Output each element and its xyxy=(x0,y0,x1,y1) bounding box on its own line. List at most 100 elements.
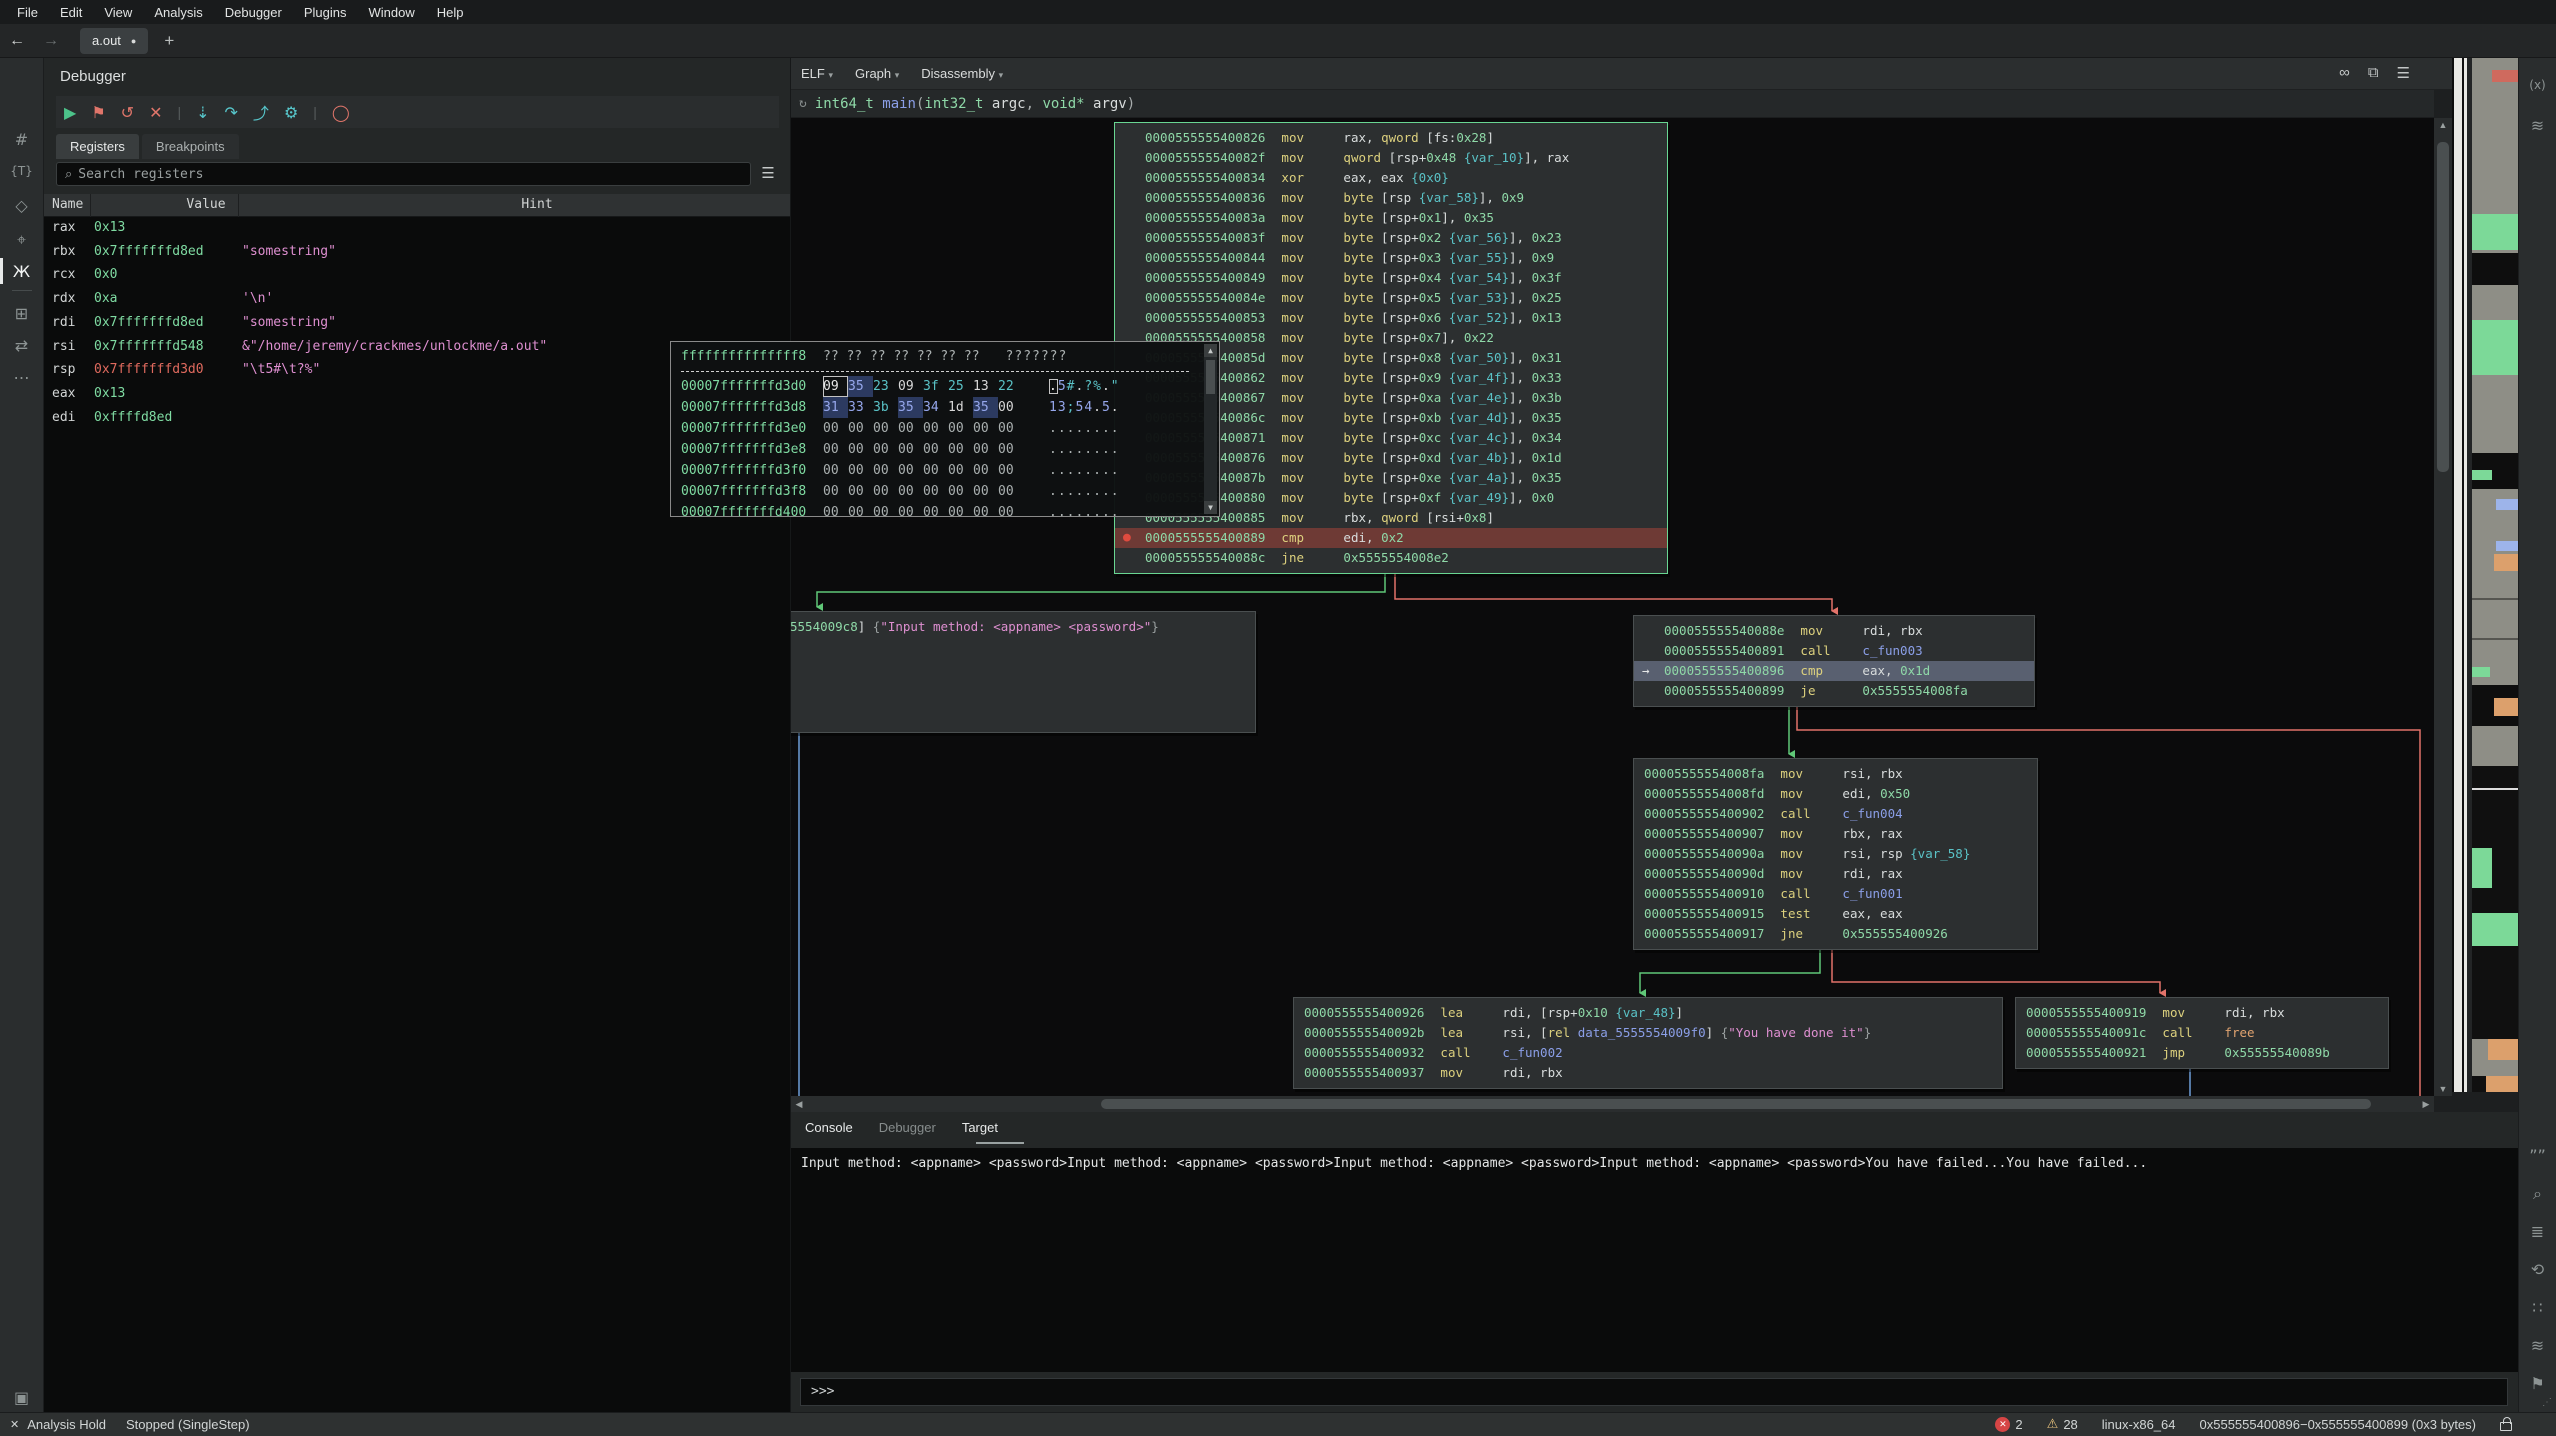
hex-row[interactable]: 00007fffffffd3f00000000000000000........ xyxy=(681,460,1219,481)
view-menu-icon[interactable]: ☰ xyxy=(2397,64,2410,82)
breakpoint-icon[interactable]: ● xyxy=(1123,528,1143,548)
instruction-line[interactable]: 00005555554008famovrsi, rbx xyxy=(1634,764,2037,784)
graph-horizontal-scrollbar[interactable]: ◀ ▶ xyxy=(791,1096,2434,1112)
register-row-rcx[interactable]: rcx0x0 xyxy=(44,264,790,287)
hex-row[interactable]: 00007fffffffd3d831333b35341d350013;54.5. xyxy=(681,397,1219,418)
instruction-line[interactable]: 0000555555400849movbyte [rsp+0x4 {var_54… xyxy=(1115,268,1667,288)
instruction-line[interactable]: 0000555555400921jmp0x55555540089b xyxy=(2016,1043,2388,1063)
feature-map[interactable] xyxy=(2472,58,2518,1092)
instruction-line[interactable]: 000055555540090amovrsi, rsp {var_58} xyxy=(1634,844,2037,864)
instruction-line[interactable]: →0000555555400896cmpeax, 0x1d xyxy=(1634,661,2034,681)
tab-breakpoints[interactable]: Breakpoints xyxy=(142,134,239,159)
hex-row[interactable]: 00007fffffffd3e00000000000000000........ xyxy=(681,418,1219,439)
hex-row[interactable]: 00007fffffffd4000000000000000000........ xyxy=(681,502,1219,517)
instruction-line[interactable]: 0000555555400826movrax, qword [fs:0x28] xyxy=(1115,128,1667,148)
graph-node-block-0919[interactable]: 0000555555400919movrdi, rbx0000555555400… xyxy=(2015,997,2389,1069)
instruction-line[interactable]: ●0000555555400889cmpedi, 0x2 xyxy=(1115,528,1667,548)
instruction-line[interactable]: 0000555555400853movbyte [rsp+0x6 {var_52… xyxy=(1115,308,1667,328)
record-button[interactable]: ◯ xyxy=(332,103,350,122)
tags-icon[interactable]: ◇ xyxy=(0,196,43,215)
menu-edit[interactable]: Edit xyxy=(49,3,93,22)
log-icon[interactable]: ≣ xyxy=(2519,1222,2556,1241)
report-icon[interactable]: ⚑ xyxy=(2519,1374,2556,1393)
il-dropdown[interactable]: Disassembly ▾ xyxy=(921,66,1003,81)
scroll-left-icon[interactable]: ◀ xyxy=(794,1099,804,1110)
nav-forward-button[interactable]: → xyxy=(34,32,68,50)
console-output[interactable]: Input method: <appname> <password>Input … xyxy=(791,1148,2518,1372)
graph-node-block-08fa[interactable]: 00005555554008famovrsi, rbx0000555555400… xyxy=(1633,758,2038,950)
more-panels-icon[interactable]: … xyxy=(0,364,43,383)
tab-a-out[interactable]: a.out ● xyxy=(80,28,148,54)
tab-debugger-console[interactable]: Debugger xyxy=(879,1120,936,1135)
menu-help[interactable]: Help xyxy=(426,3,475,22)
memory-map-icon[interactable]: ⌖ xyxy=(0,230,43,250)
find-icon[interactable]: ⌕ xyxy=(2519,1184,2556,1204)
scroll-down-icon[interactable]: ▼ xyxy=(2434,1084,2452,1094)
instruction-line[interactable]: 0000555555400836movbyte [rsp {var_58}], … xyxy=(1115,188,1667,208)
menu-file[interactable]: File xyxy=(6,3,49,22)
instruction-line[interactable]: 0000555555400844movbyte [rsp+0x3 {var_55… xyxy=(1115,248,1667,268)
console-toggle-icon[interactable]: ▣ xyxy=(0,1388,43,1407)
step-into-button[interactable]: ⇣ xyxy=(196,103,209,122)
menu-debugger[interactable]: Debugger xyxy=(214,3,293,22)
new-tab-button[interactable]: + xyxy=(164,31,174,51)
instruction-line[interactable]: 0000555555400919movrdi, rbx xyxy=(2016,1003,2388,1023)
graph-node-block-string[interactable]: 5554009c8] {"Input method: <appname> <pa… xyxy=(791,611,1256,733)
menu-view[interactable]: View xyxy=(93,3,143,22)
instruction-line[interactable]: 000055555540090dmovrdi, rax xyxy=(1634,864,2037,884)
types-icon[interactable]: {T} xyxy=(0,164,43,178)
instruction-line[interactable]: 000055555540088emovrdi, rbx xyxy=(1634,621,2034,641)
instruction-line[interactable]: 0000555555400917jne0x555555400926 xyxy=(1634,924,2037,944)
register-row-rax[interactable]: rax0x13 xyxy=(44,217,790,240)
instruction-line[interactable]: 00005555554008fdmovedi, 0x50 xyxy=(1634,784,2037,804)
quotes-icon[interactable]: ”” xyxy=(2519,1146,2556,1165)
stack-icon[interactable]: ≋ xyxy=(2519,1336,2556,1355)
step-over-button[interactable]: ↷ xyxy=(225,103,238,122)
graph-vertical-scrollbar[interactable]: ▲ ▼ xyxy=(2434,118,2452,1096)
hex-tooltip-scrollbar[interactable]: ▲ ▼ xyxy=(1204,344,1217,514)
instruction-line[interactable]: 0000555555400907movrbx, rax xyxy=(1634,824,2037,844)
scroll-up-icon[interactable]: ▲ xyxy=(1204,344,1217,357)
instruction-line[interactable]: 000055555540083fmovbyte [rsp+0x2 {var_56… xyxy=(1115,228,1667,248)
view-type-dropdown[interactable]: ELF ▾ xyxy=(801,66,833,81)
register-row-rbx[interactable]: rbx0x7fffffffd8ed"somestring" xyxy=(44,241,790,264)
variables-icon[interactable]: (x) xyxy=(2519,78,2556,92)
instruction-line[interactable]: 0000555555400834xoreax, eax {0x0} xyxy=(1115,168,1667,188)
tab-registers[interactable]: Registers xyxy=(56,134,139,159)
tab-target[interactable]: Target xyxy=(962,1120,998,1135)
debugger-icon[interactable]: Ж xyxy=(0,262,43,281)
split-view-icon[interactable]: ⧉ xyxy=(2368,64,2379,82)
instruction-line[interactable]: 0000555555400926leardi, [rsp+0x10 {var_4… xyxy=(1294,1003,2002,1023)
nav-back-button[interactable]: ← xyxy=(0,32,34,50)
instruction-line[interactable]: 000055555540091ccallfree xyxy=(2016,1023,2388,1043)
error-count[interactable]: ✕ 2 xyxy=(1995,1417,2022,1432)
step-return-button[interactable]: ⤴ xyxy=(253,100,269,124)
analysis-close-icon[interactable]: ✕ xyxy=(10,1418,19,1431)
register-row-rdi[interactable]: rdi0x7fffffffd8ed"somestring" xyxy=(44,312,790,335)
register-row-rdx[interactable]: rdx0xa'\n' xyxy=(44,288,790,311)
quit-button[interactable]: ✕ xyxy=(149,103,162,122)
swap-view-icon[interactable]: ⇄ xyxy=(0,336,43,355)
menu-window[interactable]: Window xyxy=(357,3,425,22)
hierarchy-icon[interactable]: ⊞ xyxy=(0,304,43,323)
instruction-line[interactable]: 000055555540083amovbyte [rsp+0x1], 0x35 xyxy=(1115,208,1667,228)
graph-node-block-0926[interactable]: 0000555555400926leardi, [rsp+0x10 {var_4… xyxy=(1293,997,2003,1089)
instruction-line[interactable]: 0000555555400902callc_fun004 xyxy=(1634,804,2037,824)
link-icon[interactable]: ∞ xyxy=(2339,64,2350,82)
hex-row[interactable]: 00007fffffffd3d0093523093f251322.5#.?%." xyxy=(681,376,1219,397)
instruction-line[interactable]: 000055555540082fmovqword [rsp+0x48 {var_… xyxy=(1115,148,1667,168)
instruction-line[interactable]: 000055555540084emovbyte [rsp+0x5 {var_53… xyxy=(1115,288,1667,308)
menu-plugins[interactable]: Plugins xyxy=(293,3,358,22)
cross-references-icon[interactable]: # xyxy=(0,130,43,149)
warning-count[interactable]: ⚠ 28 xyxy=(2047,1416,2078,1432)
layers-top-icon[interactable]: ≋ xyxy=(2519,116,2556,135)
graph-node-block-088e[interactable]: 000055555540088emovrdi, rbx0000555555400… xyxy=(1633,615,2035,707)
refresh-icon[interactable]: ↻ xyxy=(799,96,807,111)
search-registers-input[interactable]: ⌕ Search registers xyxy=(56,162,751,186)
resize-grip-icon[interactable]: ⋰ xyxy=(2542,1397,2552,1408)
tab-console[interactable]: Console xyxy=(805,1120,853,1135)
hex-row[interactable]: 00007fffffffd3f80000000000000000........ xyxy=(681,481,1219,502)
kill-button[interactable]: ⚑ xyxy=(91,103,105,122)
register-list-menu-icon[interactable]: ☰ xyxy=(757,162,779,186)
resume-button[interactable]: ▶ xyxy=(64,103,76,122)
